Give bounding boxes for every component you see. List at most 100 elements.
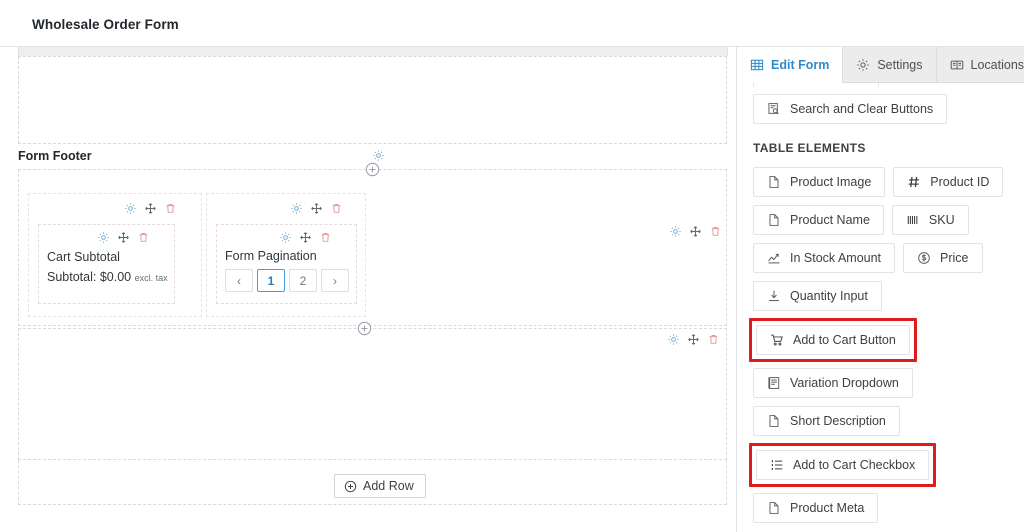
element-chip-in-stock-amount[interactable]: In Stock Amount [753, 243, 896, 273]
document-icon [767, 213, 781, 227]
element-chip-label: Product ID [930, 175, 990, 189]
trash-icon[interactable] [709, 225, 722, 238]
move-icon[interactable] [687, 333, 700, 346]
empty-section-block[interactable] [18, 56, 727, 144]
pagination-controls[interactable]: ‹ 1 2 › [225, 269, 349, 292]
footer-column-1[interactable]: Cart Subtotal Subtotal: $0.00 excl. tax [28, 193, 202, 317]
element-chip-sku[interactable]: SKU [891, 205, 969, 235]
element-chip-add-to-cart-button[interactable]: Add to Cart Button [756, 325, 910, 355]
scrolled-chip-above [753, 83, 879, 87]
trash-icon[interactable] [137, 231, 150, 244]
page-title: Wholesale Order Form [32, 17, 179, 32]
canvas-top-band [18, 47, 728, 56]
element-chip-search-and-clear-buttons[interactable]: Search and Clear Buttons [753, 94, 948, 124]
form-pagination-widget[interactable]: Form Pagination ‹ 1 2 › [216, 224, 357, 304]
tab-edit-form-label: Edit Form [771, 57, 830, 72]
gear-icon[interactable] [124, 202, 137, 215]
trash-icon[interactable] [330, 202, 343, 215]
form-builder-canvas: Form Footer Cart Subtotal Subtotal: $0.0… [0, 47, 736, 532]
element-chip-label: Add to Cart Checkbox [793, 458, 916, 472]
footer-row-icons[interactable] [669, 225, 722, 238]
gear-icon[interactable] [667, 333, 680, 346]
tab-locations-label: Locations [970, 57, 1024, 72]
pagination-prev-button[interactable]: ‹ [225, 269, 253, 292]
move-icon[interactable] [144, 202, 157, 215]
element-chip-label: SKU [928, 213, 955, 227]
gear-icon[interactable] [669, 225, 682, 238]
barcode-icon [906, 213, 920, 227]
element-chip-short-description[interactable]: Short Description [753, 406, 900, 436]
gear-icon[interactable] [290, 202, 303, 215]
element-chip-quantity-input[interactable]: Quantity Input [753, 281, 882, 311]
cart-subtotal-widget[interactable]: Cart Subtotal Subtotal: $0.00 excl. tax [38, 224, 175, 304]
element-chip-add-to-cart-checkbox[interactable]: Add to Cart Checkbox [756, 450, 930, 480]
form-footer-settings-icons[interactable] [372, 149, 385, 162]
element-chip-product-name[interactable]: Product Name [753, 205, 884, 235]
move-icon[interactable] [310, 202, 323, 215]
trash-icon[interactable] [707, 333, 720, 346]
app-window: Wholesale Order Form Form Footer Cart Su… [0, 0, 1024, 532]
gear-icon [856, 58, 870, 72]
element-chip-label: Product Name [790, 213, 870, 227]
cart-subtotal-title: Cart Subtotal [47, 250, 120, 264]
editor-sidebar: Edit Form Settings Locations Search and … [736, 47, 1024, 532]
dropdown-icon [767, 376, 781, 390]
hash-icon [907, 175, 921, 189]
element-chip-label: Short Description [790, 414, 886, 428]
element-chip-label: Quantity Input [790, 289, 868, 303]
gear-icon[interactable] [97, 231, 110, 244]
table-grid-icon [750, 58, 764, 72]
footer-column-2[interactable]: Form Pagination ‹ 1 2 › [206, 193, 366, 317]
pagination-page-1[interactable]: 1 [257, 269, 285, 292]
document-icon [767, 414, 781, 428]
pagination-next-button[interactable]: › [321, 269, 349, 292]
element-chip-label: In Stock Amount [790, 251, 882, 265]
highlight-box-add-to-cart-checkbox: Add to Cart Checkbox [749, 443, 937, 487]
gear-icon[interactable] [372, 149, 385, 162]
document-icon [767, 501, 781, 515]
chart-line-icon [767, 251, 781, 265]
element-chip-price[interactable]: Price [903, 243, 983, 273]
cart-subtotal-value-row: Subtotal: $0.00 excl. tax [47, 270, 168, 284]
element-chip-product-id[interactable]: Product ID [893, 167, 1004, 197]
cart-subtotal-tax-note: excl. tax [134, 273, 168, 283]
cart-subtotal-value: Subtotal: $0.00 [47, 270, 132, 284]
trash-icon[interactable] [319, 231, 332, 244]
element-chip-product-meta[interactable]: Product Meta [753, 493, 879, 523]
trash-icon[interactable] [164, 202, 177, 215]
tab-locations[interactable]: Locations [936, 47, 1024, 82]
footer-column-2-icons[interactable] [290, 202, 343, 215]
pagination-page-2[interactable]: 2 [289, 269, 317, 292]
empty-row-container[interactable] [18, 321, 727, 460]
document-icon [767, 175, 781, 189]
element-chip-label: Search and Clear Buttons [790, 102, 934, 116]
element-chip-label: Product Meta [790, 501, 865, 515]
sidebar-panel-body: Search and Clear Buttons TABLE ELEMENTS … [737, 83, 1024, 532]
locations-icon [950, 58, 964, 72]
tab-settings-label: Settings [877, 57, 923, 72]
move-icon[interactable] [299, 231, 312, 244]
add-element-handle[interactable] [365, 162, 380, 177]
dollar-coin-icon [917, 251, 931, 265]
element-chip-product-image[interactable]: Product Image [753, 167, 886, 197]
canvas-footer-frame [18, 460, 727, 505]
gear-icon[interactable] [279, 231, 292, 244]
element-chip-label: Add to Cart Button [793, 333, 896, 347]
footer-row-container[interactable]: Cart Subtotal Subtotal: $0.00 excl. tax [18, 162, 727, 326]
move-icon[interactable] [689, 225, 702, 238]
footer-column-1-icons[interactable] [124, 202, 177, 215]
tab-edit-form[interactable]: Edit Form [737, 47, 844, 83]
sidebar-tabs: Edit Form Settings Locations [737, 47, 1024, 83]
search-form-icon [767, 102, 781, 116]
empty-row-icons[interactable] [667, 333, 720, 346]
tab-settings[interactable]: Settings [843, 47, 937, 82]
highlight-box-add-to-cart-button: Add to Cart Button [749, 318, 917, 362]
table-elements-heading: TABLE ELEMENTS [753, 141, 866, 155]
element-chip-variation-dropdown[interactable]: Variation Dropdown [753, 368, 913, 398]
form-pagination-icons[interactable] [279, 231, 332, 244]
add-element-handle-2[interactable] [357, 321, 372, 336]
cart-subtotal-icons[interactable] [97, 231, 150, 244]
move-icon[interactable] [117, 231, 130, 244]
top-header-bar: Wholesale Order Form [0, 0, 1024, 47]
element-chip-label: Price [940, 251, 969, 265]
